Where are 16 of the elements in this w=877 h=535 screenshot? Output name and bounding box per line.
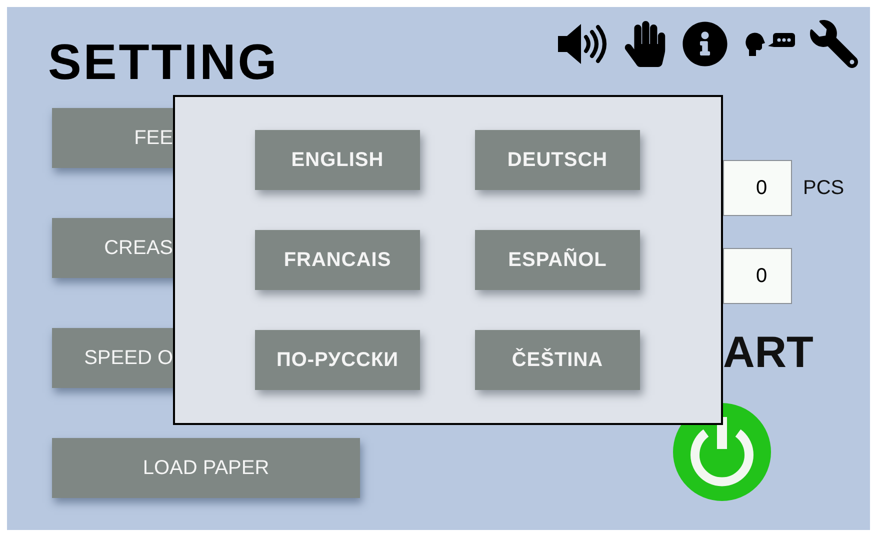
unit-label: PCS: [803, 176, 844, 200]
hand-icon[interactable]: [622, 21, 668, 67]
menu-button[interactable]: LOAD PAPER: [52, 438, 360, 498]
page-title: SETTING: [48, 34, 279, 92]
language-button[interactable]: ČEŠTINA: [475, 330, 640, 390]
info-icon[interactable]: [682, 21, 728, 67]
start-label: ART: [723, 331, 814, 375]
language-button[interactable]: FRANCAIS: [255, 230, 420, 290]
settings-icon[interactable]: [810, 20, 858, 68]
speaker-icon[interactable]: [556, 21, 608, 67]
count-field[interactable]: 0: [723, 160, 792, 216]
language-button[interactable]: ENGLISH: [255, 130, 420, 190]
language-button[interactable]: ПО-РУССКИ: [255, 330, 420, 390]
language-button[interactable]: ESPAÑOL: [475, 230, 640, 290]
count-field[interactable]: 0: [723, 248, 792, 304]
language-button[interactable]: DEUTSCH: [475, 130, 640, 190]
